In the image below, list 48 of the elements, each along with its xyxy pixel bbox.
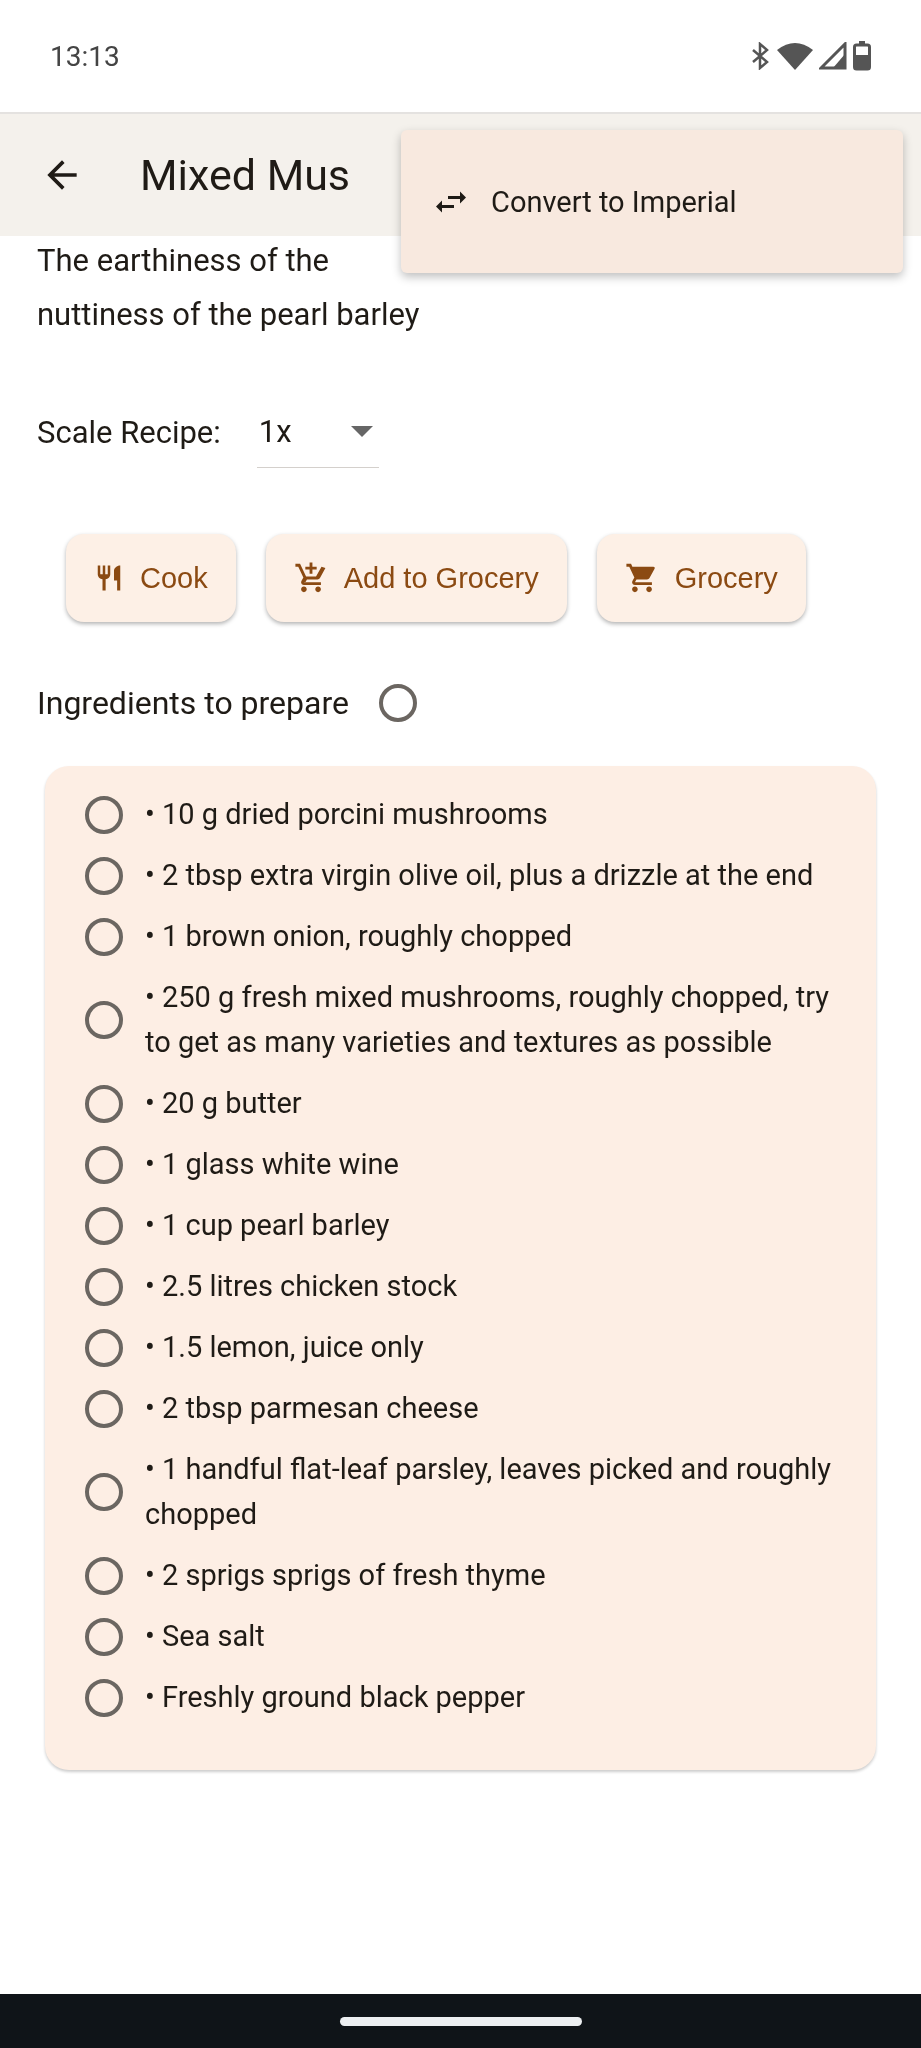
scale-dropdown[interactable]: 1x bbox=[256, 396, 379, 468]
ingredient-radio[interactable] bbox=[85, 1001, 123, 1039]
cook-button[interactable]: Cook bbox=[66, 534, 236, 622]
dropdown-caret-icon bbox=[350, 426, 373, 437]
ingredient-radio[interactable] bbox=[85, 1328, 123, 1367]
ingredient-radio[interactable] bbox=[85, 1473, 123, 1511]
ingredient-radio[interactable] bbox=[85, 1206, 123, 1245]
wifi-icon bbox=[777, 42, 813, 70]
scale-label: Scale Recipe: bbox=[37, 413, 221, 451]
ingredient-text: • 2 sprigs sprigs of fresh thyme bbox=[145, 1557, 546, 1594]
ingredient-radio[interactable] bbox=[85, 1678, 123, 1717]
ingredient-radio[interactable] bbox=[85, 1556, 123, 1595]
grocery-button[interactable]: Grocery bbox=[596, 534, 806, 622]
ingredient-radio[interactable] bbox=[85, 1617, 123, 1656]
ingredient-text: • 10 g dried porcini mushrooms bbox=[145, 796, 548, 833]
ingredient-radio[interactable] bbox=[85, 856, 123, 895]
ingredient-text: • 1.5 lemon, juice only bbox=[145, 1329, 424, 1366]
ingredient-radio[interactable] bbox=[85, 1084, 123, 1123]
ingredients-heading: Ingredients to prepare bbox=[37, 684, 349, 722]
description-text: nuttiness of the pearl barley bbox=[37, 295, 420, 335]
ingredient-radio[interactable] bbox=[85, 795, 123, 834]
menu-item-label: Convert to Imperial bbox=[491, 184, 737, 219]
description-text: The earthiness of the bbox=[37, 241, 330, 281]
ingredient-radio[interactable] bbox=[85, 1267, 123, 1306]
ingredient-text: • 1 cup pearl barley bbox=[145, 1207, 390, 1244]
ingredient-radio[interactable] bbox=[85, 1145, 123, 1184]
add-grocery-button[interactable]: Add to Grocery bbox=[265, 534, 567, 622]
ingredient-text: • 2 tbsp extra virgin olive oil, plus a drizzle at the end bbox=[145, 857, 814, 894]
select-all-radio[interactable] bbox=[378, 684, 417, 722]
ingredient-text: • 1 glass white wine bbox=[145, 1146, 399, 1183]
ingredient-text: • 20 g butter bbox=[145, 1085, 302, 1122]
ingredient-text: • 1 brown onion, roughly chopped bbox=[145, 918, 573, 955]
ingredient-radio[interactable] bbox=[85, 1389, 123, 1428]
ingredient-text: • 1 handful flat-leaf parsley, leaves picked and roughly chopped bbox=[145, 1451, 833, 1533]
screen-title: Mixed Mus bbox=[140, 150, 351, 200]
ingredient-text: • 2 tbsp parmesan cheese bbox=[145, 1390, 479, 1427]
ingredient-text: • 250 g fresh mixed mushrooms, roughly chopped, try to get as many varieties and textures as possible bbox=[145, 979, 830, 1061]
menu-item[interactable]: Convert to Imperial bbox=[401, 130, 763, 273]
signal-icon bbox=[819, 42, 847, 70]
ingredient-text: • Freshly ground black pepper bbox=[145, 1679, 526, 1716]
clock-time: 13:13 bbox=[50, 39, 120, 73]
battery-icon bbox=[853, 41, 871, 71]
ingredient-text: • Sea salt bbox=[145, 1618, 265, 1655]
dropdown-value: 1x bbox=[258, 413, 292, 450]
cart-plus-icon bbox=[293, 561, 328, 595]
ingredient-text: • 2.5 litres chicken stock bbox=[145, 1268, 458, 1305]
ingredient-radio[interactable] bbox=[85, 917, 123, 956]
home-handle[interactable] bbox=[339, 2016, 582, 2026]
